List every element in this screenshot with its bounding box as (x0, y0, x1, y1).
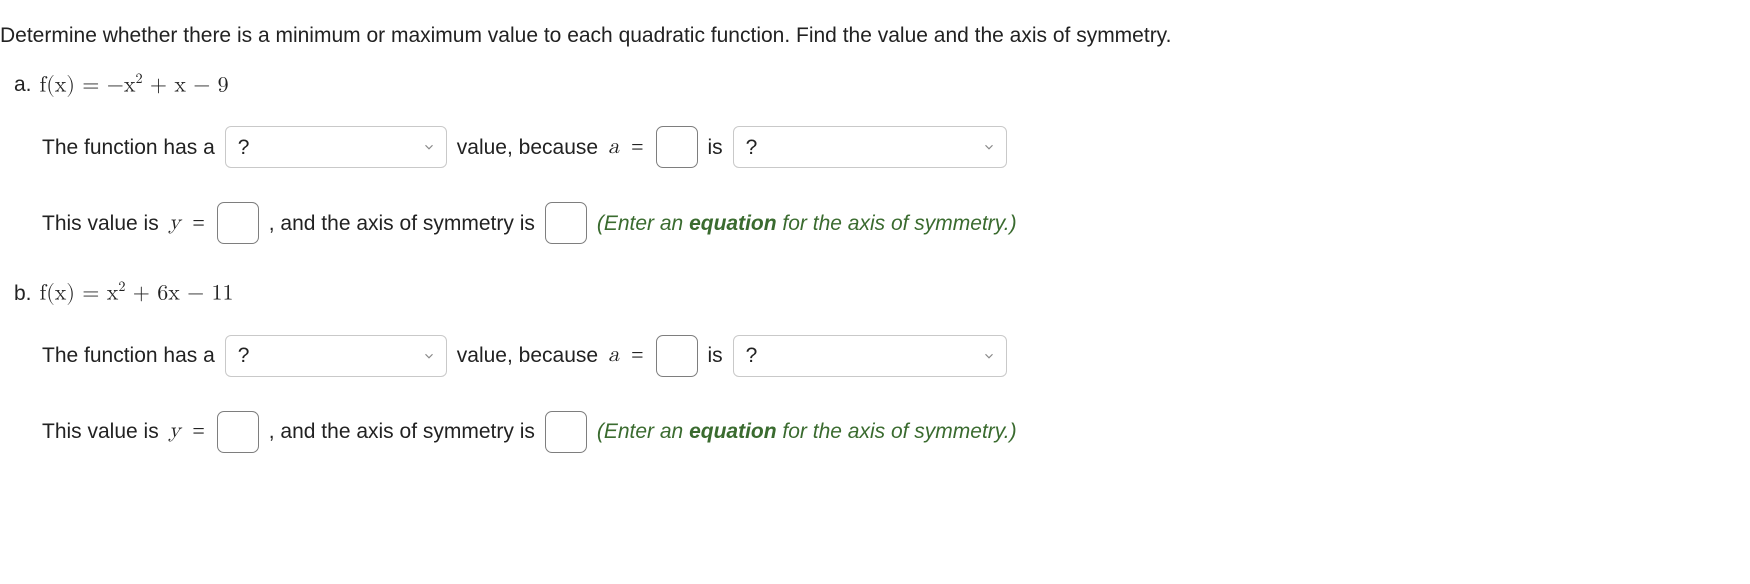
select-value: ? (238, 342, 250, 369)
a-value-input-b[interactable] (656, 335, 698, 377)
part-a-line2: This value is y = , and the axis of symm… (42, 202, 1750, 244)
equals-sign: = (190, 417, 206, 446)
var-a: a (608, 133, 619, 162)
text-fragment: value, because (457, 342, 598, 369)
chevron-down-icon (422, 349, 436, 363)
part-b-line2: This value is y = , and the axis of symm… (42, 411, 1750, 453)
text-fragment: , and the axis of symmetry is (269, 418, 535, 445)
text-fragment: The function has a (42, 134, 215, 161)
part-b: b. f(x) = x2 + 6x − 11 The function has … (14, 278, 1750, 452)
hint-text: (Enter an (597, 212, 689, 235)
text-fragment: is (708, 134, 723, 161)
chevron-down-icon (982, 349, 996, 363)
var-y: y (169, 417, 181, 446)
hint-text: (Enter an (597, 420, 689, 443)
part-a-header: a. f(x) = −x2 + x − 9 (14, 70, 1750, 98)
part-a-letter: a. (14, 73, 32, 97)
select-value: ? (238, 134, 250, 161)
y-value-input-a[interactable] (217, 202, 259, 244)
chevron-down-icon (422, 140, 436, 154)
text-fragment: The function has a (42, 342, 215, 369)
problem-container: Determine whether there is a minimum or … (0, 0, 1750, 511)
text-fragment: is (708, 342, 723, 369)
part-b-line1: The function has a ? value, because a = … (42, 335, 1750, 377)
part-a-line1: The function has a ? value, because a = … (42, 126, 1750, 168)
hint-bold: equation (689, 212, 777, 235)
hint-bold: equation (689, 420, 777, 443)
axis-hint: (Enter an equation for the axis of symme… (597, 418, 1017, 445)
select-value: ? (746, 342, 758, 369)
minmax-select-b[interactable]: ? (225, 335, 447, 377)
axis-input-b[interactable] (545, 411, 587, 453)
minmax-select-a[interactable]: ? (225, 126, 447, 168)
part-b-header: b. f(x) = x2 + 6x − 11 (14, 278, 1750, 306)
hint-text: for the axis of symmetry.) (777, 420, 1017, 443)
equals-sign: = (190, 209, 206, 238)
hint-text: for the axis of symmetry.) (777, 212, 1017, 235)
chevron-down-icon (982, 140, 996, 154)
part-a: a. f(x) = −x2 + x − 9 The function has a… (14, 70, 1750, 244)
sign-select-b[interactable]: ? (733, 335, 1007, 377)
axis-hint: (Enter an equation for the axis of symme… (597, 210, 1017, 237)
sign-select-a[interactable]: ? (733, 126, 1007, 168)
part-a-equation: f(x) = −x2 + x − 9 (40, 70, 229, 98)
text-fragment: value, because (457, 134, 598, 161)
text-fragment: This value is (42, 210, 159, 237)
part-b-equation: f(x) = x2 + 6x − 11 (40, 278, 234, 306)
part-b-letter: b. (14, 282, 32, 306)
select-value: ? (746, 134, 758, 161)
equals-sign: = (629, 133, 645, 162)
text-fragment: , and the axis of symmetry is (269, 210, 535, 237)
y-value-input-b[interactable] (217, 411, 259, 453)
problem-intro: Determine whether there is a minimum or … (0, 24, 1750, 48)
axis-input-a[interactable] (545, 202, 587, 244)
text-fragment: This value is (42, 418, 159, 445)
var-y: y (169, 209, 181, 238)
var-a: a (608, 341, 619, 370)
a-value-input[interactable] (656, 126, 698, 168)
equals-sign: = (629, 341, 645, 370)
